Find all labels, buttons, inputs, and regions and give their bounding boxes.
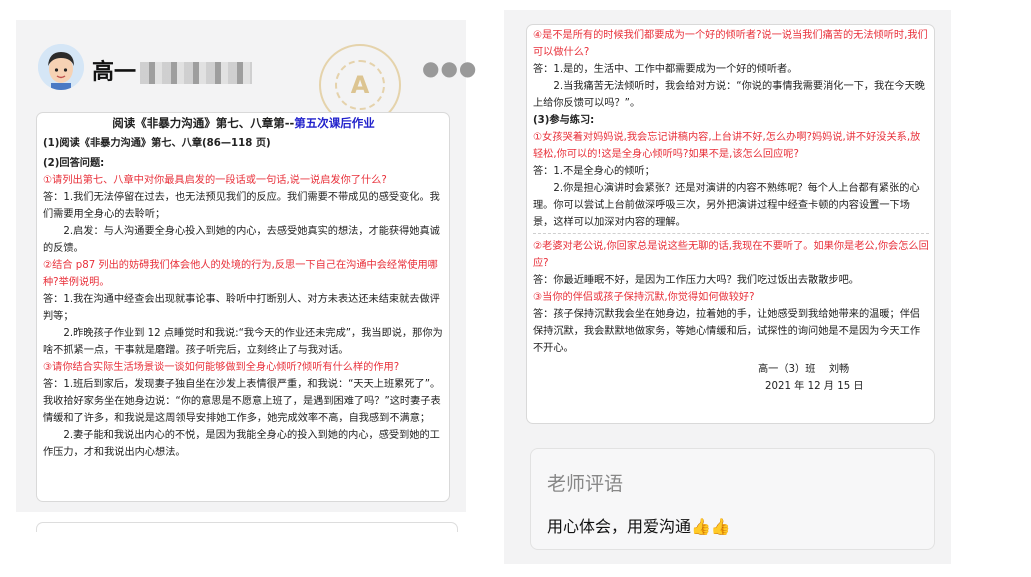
boy-avatar-icon [38,44,84,90]
exercise-2: ②老婆对老公说,你回家总是说这些无聊的话,我现在不要听了。如果你是老公,你会怎么… [533,241,929,269]
section-questions: (2)回答问题: [43,158,105,169]
exercise-3-answer: 答：孩子保持沉默我会坐在她身边，拉着她的手，让她感受到我给她带来的温暖；伴侣保持… [533,309,921,354]
more-dots-icon[interactable]: ●●● [422,56,477,80]
student-signature: 高一（3）班 刘畅 [758,364,850,375]
question-4: ④是不是所有的时候我们都要成为一个好的倾听者?说一说当我们痛苦的无法倾听时,我们… [533,30,928,58]
seal-letter: A [335,60,385,110]
exercise-3: ③当你的伴侣或孩子保持沉默,你觉得如何做较好? [533,292,755,303]
document-title: 阅读《非暴力沟通》第七、八章第--第五次课后作业 [43,115,444,132]
page-break-divider [533,233,929,234]
homework-document: 阅读《非暴力沟通》第七、八章第--第五次课后作业 (1)阅读《非暴力沟通》第七、… [36,112,450,502]
homework-card-right: ④是不是所有的时候我们都要成为一个好的倾听者?说一说当我们痛苦的无法倾听时,我们… [504,10,951,564]
exercise-1: ①女孩哭着对妈妈说,我会忘记讲稿内容,上台讲不好,怎么办啊?妈妈说,讲不好没关系… [533,132,921,160]
submission-date: 2021 年 12 月 15 日 [765,381,864,392]
section-reading: (1)阅读《非暴力沟通》第七、八章(86—118 页) [43,138,271,149]
exercise-1-answer-part-2: 2.你是担心演讲时会紧张？还是对演讲的内容不熟练呢？每个人上台都有紧张的心理。你… [533,183,920,228]
question-1: ①请列出第七、八章中对你最具启发的一段话或一句话,说一说启发你了什么? [43,175,387,186]
answer-1-part-2: 2.启发：与人沟通要全身心投入到她的内心，去感受她真实的想法，才能获得她真诚的反… [43,226,440,254]
teacher-comment-text: 用心体会，用爱沟通👍👍 [547,517,731,536]
answer-4-part-1: 答：1.是的，生活中、工作中都需要成为一个好的倾听者。 [533,64,798,75]
teacher-comment-title: 老师评语 [547,473,624,495]
next-card-edge [36,522,458,532]
title-highlight: 第五次课后作业 [294,116,375,130]
answer-1-part-1: 答：1.我们无法停留在过去，也无法预见我们的反应。我们需要不带成见的感受变化。我… [43,192,440,220]
answer-2-part-1: 答：1.我在沟通中经查会出现就事论事、聆听中打断别人、对方未表达还未结束就去做评… [43,294,440,322]
exercise-1-answer-part-1: 答：1.不是全身心的倾听； [533,166,655,177]
answer-4-part-2: 2.当我痛苦无法倾听时，我会给对方说：“你说的事情我需要消化一下，我在今天晚上给… [533,81,925,109]
answer-3-part-1: 答：1.班后到家后，发现妻子独自坐在沙发上表情很严重，和我说：“天天上班累死了”… [43,379,441,424]
homework-card-left: 高一 A ●●● 阅读《非暴力沟通》第七、八章第--第五次课后作业 (1)阅读《… [16,20,476,532]
question-2: ②结合 p87 列出的妨碍我们体会他人的处境的行为,反思一下自己在沟通中会经常使… [43,260,438,288]
blurred-name-mask [140,62,253,84]
answer-3-part-2: 2.妻子能和我说出内心的不悦，是因为我能全身心的投入到她的内心，感受到她的工作压… [43,430,440,458]
title-main: 阅读《非暴力沟通》第七、八章第-- [112,116,295,130]
user-name: 高一 [92,54,253,86]
homework-document-continued: ④是不是所有的时候我们都要成为一个好的倾听者?说一说当我们痛苦的无法倾听时,我们… [526,24,935,424]
teacher-comment-card: 老师评语 用心体会，用爱沟通👍👍 [530,448,935,550]
section-practice: (3)参与练习: [533,115,595,126]
exercise-2-answer: 答：你最近睡眠不好，是因为工作压力大吗？我们吃过饭出去散散步吧。 [533,275,859,286]
answer-2-part-2: 2.昨晚孩子作业到 12 点睡觉时和我说:“我今天的作业还未完成”，我当即说，那… [43,328,443,356]
avatar[interactable] [38,44,84,90]
user-name-text: 高一 [92,60,137,85]
question-3: ③请你结合实际生活场景谈一谈如何能够做到全身心倾听?倾听有什么样的作用? [43,362,400,373]
